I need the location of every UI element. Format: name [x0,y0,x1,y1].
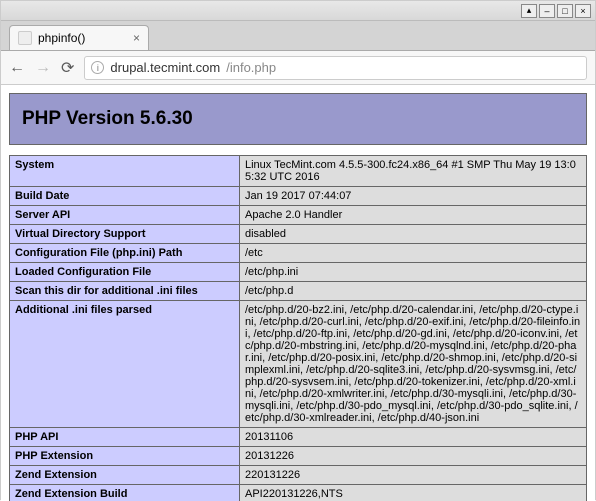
info-key: Server API [10,206,240,225]
info-value: /etc/php.d [240,282,587,301]
info-key: Zend Extension Build [10,485,240,501]
info-key: Additional .ini files parsed [10,301,240,428]
info-value: 20131226 [240,447,587,466]
info-key: Scan this dir for additional .ini files [10,282,240,301]
table-row: Configuration File (php.ini) Path/etc [10,244,587,263]
window-minimize-button[interactable]: – [539,4,555,18]
tab-favicon [18,31,32,45]
info-value: /etc/php.ini [240,263,587,282]
window-close-button[interactable]: × [575,4,591,18]
window-controls: ▴ – □ × [1,1,595,21]
php-version-header: PHP Version 5.6.30 [9,93,587,145]
page-title: PHP Version 5.6.30 [22,108,574,130]
window-maximize-button[interactable]: □ [557,4,573,18]
info-value: Jan 19 2017 07:44:07 [240,187,587,206]
tab-bar: phpinfo() × [1,21,595,51]
table-row: Zend Extension220131226 [10,466,587,485]
info-key: PHP API [10,428,240,447]
info-key: Loaded Configuration File [10,263,240,282]
info-value: Linux TecMint.com 4.5.5-300.fc24.x86_64 … [240,156,587,187]
info-value: API220131226,NTS [240,485,587,501]
navigation-bar: ← → ⟳ i drupal.tecmint.com/info.php [1,51,595,85]
info-key: Build Date [10,187,240,206]
window-up-button[interactable]: ▴ [521,4,537,18]
table-row: PHP Extension20131226 [10,447,587,466]
info-key: Configuration File (php.ini) Path [10,244,240,263]
url-domain: drupal.tecmint.com [110,60,220,75]
info-value: 20131106 [240,428,587,447]
table-row: Additional .ini files parsed/etc/php.d/2… [10,301,587,428]
table-row: PHP API20131106 [10,428,587,447]
info-value: /etc/php.d/20-bz2.ini, /etc/php.d/20-cal… [240,301,587,428]
close-icon[interactable]: × [133,31,140,45]
table-row: Virtual Directory Supportdisabled [10,225,587,244]
info-key: Virtual Directory Support [10,225,240,244]
info-icon[interactable]: i [91,61,104,74]
info-key: Zend Extension [10,466,240,485]
table-row: Zend Extension BuildAPI220131226,NTS [10,485,587,501]
page-content: PHP Version 5.6.30 SystemLinux TecMint.c… [1,85,595,501]
table-row: Server APIApache 2.0 Handler [10,206,587,225]
info-value: Apache 2.0 Handler [240,206,587,225]
url-path: /info.php [226,60,276,75]
info-value: /etc [240,244,587,263]
table-row: Build DateJan 19 2017 07:44:07 [10,187,587,206]
back-icon[interactable]: ← [9,59,25,77]
table-row: Scan this dir for additional .ini files/… [10,282,587,301]
info-key: System [10,156,240,187]
table-row: Loaded Configuration File/etc/php.ini [10,263,587,282]
reload-icon[interactable]: ⟳ [61,58,74,78]
table-row: SystemLinux TecMint.com 4.5.5-300.fc24.x… [10,156,587,187]
info-key: PHP Extension [10,447,240,466]
phpinfo-table: SystemLinux TecMint.com 4.5.5-300.fc24.x… [9,155,587,501]
browser-tab[interactable]: phpinfo() × [9,25,149,50]
info-value: 220131226 [240,466,587,485]
forward-icon[interactable]: → [35,59,51,77]
address-bar[interactable]: i drupal.tecmint.com/info.php [84,56,587,80]
info-value: disabled [240,225,587,244]
tab-title: phpinfo() [38,31,85,45]
